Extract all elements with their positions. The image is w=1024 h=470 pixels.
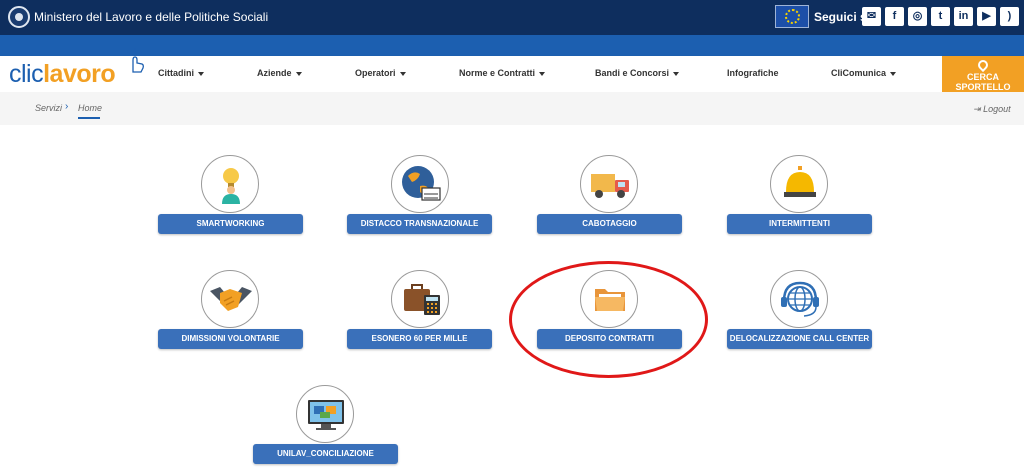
nav-aziende[interactable]: Aziende (257, 68, 302, 78)
location-pin-icon (975, 57, 991, 73)
breadcrumb-servizi[interactable]: Servizi (35, 103, 62, 113)
intermittenti-tile[interactable] (770, 155, 828, 213)
chevron-down-icon (673, 71, 680, 76)
delocalizzazione-call-center-button[interactable]: DELOCALIZZAZIONE CALL CENTER (727, 329, 872, 349)
breadcrumb-separator-icon: › (65, 101, 69, 112)
chevron-down-icon (890, 71, 897, 76)
delocalizzazione-call-center-tile[interactable] (770, 270, 828, 328)
nav-bandi-concorsi[interactable]: Bandi e Concorsi (595, 68, 680, 78)
nav-operatori[interactable]: Operatori (355, 68, 406, 78)
breadcrumb-active-underline (78, 117, 100, 119)
chevron-down-icon (399, 71, 406, 76)
cerca-sportello-label: CERCA SPORTELLO (955, 72, 1011, 92)
logout-icon: ⇥ (973, 104, 981, 114)
handshake-icon (210, 287, 252, 311)
lightbulb-worker-icon (222, 168, 240, 204)
distacco-transnazionale-tile[interactable] (391, 155, 449, 213)
logo-lavoro-text: lavoro (43, 60, 116, 88)
ministry-top-bar: Ministero del Lavoro e delle Politiche S… (0, 0, 1024, 35)
monitor-puzzle-icon (308, 400, 344, 430)
breadcrumb-home[interactable]: Home (78, 103, 102, 113)
globe-crane-icon (402, 166, 441, 201)
header-stripe (0, 35, 1024, 56)
nav-infografiche[interactable]: Infografiche (727, 68, 779, 78)
logo-clic-text: clic (9, 60, 44, 88)
intermittenti-button[interactable]: INTERMITTENTI (727, 214, 872, 234)
chevron-down-icon (198, 71, 204, 76)
esonero-60-per-mille-tile[interactable] (391, 270, 449, 328)
breadcrumb: Servizi › Home ⇥ Logout (0, 92, 1024, 125)
main-navigation: cliclavoro Cittadini Aziende Operatori N… (0, 48, 1024, 92)
chevron-down-icon (295, 71, 302, 76)
distacco-transnazionale-button[interactable]: DISTACCO TRANSNAZIONALE (347, 214, 492, 234)
briefcase-calculator-icon (404, 284, 440, 315)
logout-link[interactable]: ⇥ Logout (973, 104, 1011, 115)
dimissioni-volontarie-button[interactable]: DIMISSIONI VOLONTARIE (158, 329, 303, 349)
instagram-icon[interactable]: ◎ (908, 7, 927, 26)
smartworking-tile[interactable] (201, 155, 259, 213)
facebook-icon[interactable]: f (885, 7, 904, 26)
nav-norme-contratti[interactable]: Norme e Contratti (459, 68, 546, 78)
service-bell-icon (784, 166, 816, 197)
delivery-truck-icon (591, 174, 629, 198)
chevron-down-icon (539, 71, 546, 76)
nav-cittadini[interactable]: Cittadini (158, 68, 204, 78)
esonero-60-per-mille-button[interactable]: ESONERO 60 PER MILLE (347, 329, 492, 349)
dimissioni-volontarie-tile[interactable] (201, 270, 259, 328)
cliclavoro-logo[interactable]: cliclavoro (9, 48, 144, 89)
linkedin-icon[interactable]: in (954, 7, 973, 26)
unilav-conciliazione-button[interactable]: UNILAV_CONCILIAZIONE (253, 444, 398, 464)
italian-republic-emblem-icon (8, 6, 30, 28)
headset-globe-icon (781, 281, 819, 317)
cerca-sportello-button[interactable]: CERCA SPORTELLO (942, 56, 1024, 92)
highlight-annotation-ellipse (509, 261, 708, 378)
smartworking-button[interactable]: SMARTWORKING (158, 214, 303, 234)
cabotaggio-button[interactable]: CABOTAGGIO (537, 214, 682, 234)
eu-flag-icon (775, 5, 809, 28)
youtube-icon[interactable]: ▶ (977, 7, 996, 26)
unilav-conciliazione-tile[interactable] (296, 385, 354, 443)
email-icon[interactable]: ✉ (862, 7, 881, 26)
nav-clicomunica[interactable]: CliComunica (831, 68, 897, 78)
pointer-hand-icon (126, 48, 144, 73)
ministry-name[interactable]: Ministero del Lavoro e delle Politiche S… (34, 10, 268, 24)
cabotaggio-tile[interactable] (580, 155, 638, 213)
twitter-icon[interactable]: t (931, 7, 950, 26)
rss-icon[interactable]: ) (1000, 7, 1019, 26)
